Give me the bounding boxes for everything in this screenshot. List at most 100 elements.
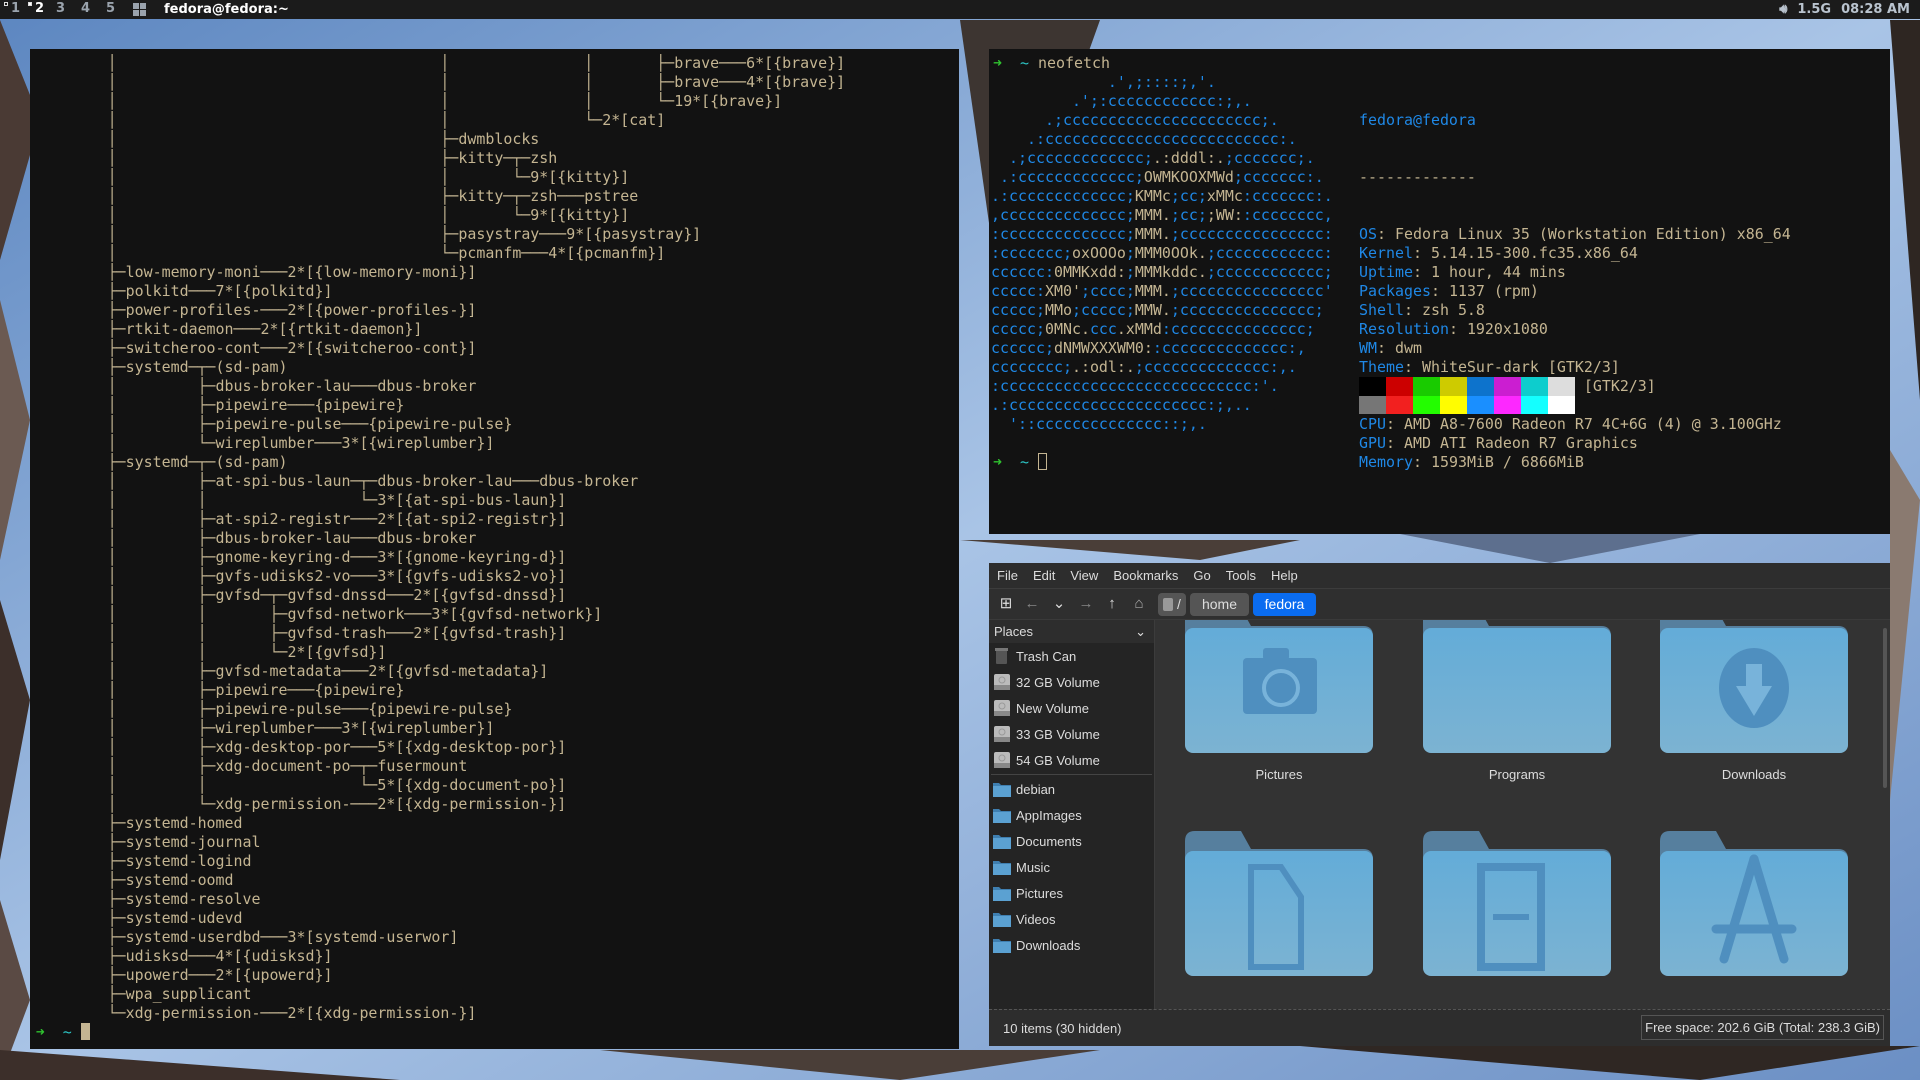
bookmark-item-pictures[interactable]: Pictures	[989, 880, 1154, 906]
pstree-line: ├─systemd-resolve	[35, 890, 261, 908]
bookmark-item-appimages[interactable]: AppImages	[989, 802, 1154, 828]
place-item-32-gb-volume[interactable]: 32 GB Volume	[989, 669, 1154, 695]
places-dropdown[interactable]: Places ⌄	[989, 620, 1154, 643]
drive-icon	[992, 725, 1012, 743]
bookmark-item-documents[interactable]: Documents	[989, 828, 1154, 854]
menu-tools[interactable]: Tools	[1226, 568, 1256, 583]
workspace-4[interactable]: 4	[81, 1, 90, 16]
speaker-icon[interactable]: 🔊︎	[1779, 2, 1787, 17]
logo-segment: :ccccccc;	[991, 244, 1072, 262]
folder-item-pictures[interactable]: Pictures	[1185, 620, 1373, 782]
logo-line: ccccc:XM0';cccc;MMM.;cccccccccccccccc'	[991, 282, 1333, 301]
forward-icon[interactable]: →	[1076, 594, 1096, 614]
pstree-line: │ └─pcmanfm───4*[{pcmanfm}]	[35, 244, 666, 262]
menu-file[interactable]: File	[997, 568, 1018, 583]
path-fedora-button[interactable]: fedora	[1253, 593, 1316, 616]
workspace-2[interactable]: 2	[28, 1, 44, 16]
bookmark-item-music[interactable]: Music	[989, 854, 1154, 880]
logo-segment: MMo	[1044, 301, 1072, 319]
folder-item-unnamed[interactable]	[1660, 829, 1848, 976]
history-dropdown-icon[interactable]: ⌄	[1049, 594, 1069, 614]
folder-item-unnamed[interactable]	[1185, 829, 1373, 976]
back-icon[interactable]: ←	[1022, 594, 1042, 614]
info-row: Packages: 1137 (rpm)	[1359, 282, 1791, 301]
new-tab-icon[interactable]: ⊞	[996, 594, 1016, 614]
text-cursor	[80, 1023, 90, 1040]
logo-segment: ;	[1125, 244, 1135, 262]
folder-item-unnamed[interactable]	[1423, 829, 1611, 976]
shell-prompt[interactable]: ➜ ~	[993, 453, 1047, 472]
place-item-33-gb-volume[interactable]: 33 GB Volume	[989, 721, 1154, 747]
logo-line: .:cccccccccccccccccccccccccc:.	[991, 130, 1333, 149]
logo-segment: :ccccccc:.	[1242, 187, 1333, 205]
pstree-line: ├─low-memory-moni───2*[{low-memory-moni}…	[35, 263, 477, 281]
workspace-1[interactable]: 1	[4, 1, 20, 16]
logo-line: ccccc;MMo;ccccc;MMW.;ccccccccccccccc;	[991, 301, 1333, 320]
place-item-trash-can[interactable]: Trash Can	[989, 643, 1154, 669]
color-swatch	[1494, 377, 1521, 396]
pstree-line: │ ├─pipewire-pulse───{pipewire-pulse}	[35, 415, 513, 433]
logo-line: :cccccccccccccc;MMM.;cccccccccccccccc:	[991, 225, 1333, 244]
scrollbar[interactable]	[1883, 628, 1887, 788]
item-label: Documents	[1016, 833, 1082, 849]
item-count: 10 items (30 hidden)	[1003, 1021, 1122, 1036]
film-folder-icon	[1423, 829, 1611, 976]
pstree-line: │ ├─gvfsd-metadata───2*[{gvfsd-metadata}…	[35, 662, 549, 680]
path-root-button[interactable]: /	[1158, 593, 1186, 616]
bookmark-item-videos[interactable]: Videos	[989, 906, 1154, 932]
workspace-5[interactable]: 5	[106, 1, 115, 16]
bookmark-item-debian[interactable]: debian	[989, 776, 1154, 802]
shell-prompt[interactable]: ➜ ~	[36, 1023, 90, 1042]
color-swatch	[1548, 395, 1575, 414]
fedora-ascii-logo: .',;::::;,'. .';:cccccccccccc:;,. .;cccc…	[991, 73, 1333, 434]
path-home-button[interactable]: home	[1190, 593, 1249, 616]
home-icon[interactable]: ⌂	[1129, 594, 1149, 614]
logo-segment: .xMMd	[1116, 320, 1162, 338]
menu-bookmarks[interactable]: Bookmarks	[1113, 568, 1178, 583]
item-label: AppImages	[1016, 807, 1082, 823]
pstree-line: ├─systemd-oomd	[35, 871, 234, 889]
menu-help[interactable]: Help	[1271, 568, 1298, 583]
pstree-line: │ └─wireplumber───3*[{wireplumber}]	[35, 434, 495, 452]
folder-item-programs[interactable]: Programs	[1423, 620, 1611, 782]
tile-layout-icon[interactable]	[133, 3, 146, 16]
color-swatch	[1467, 395, 1494, 414]
place-item-new-volume[interactable]: New Volume	[989, 695, 1154, 721]
info-row: OS: Fedora Linux 35 (Workstation Edition…	[1359, 225, 1791, 244]
info-value: zsh 5.8	[1421, 301, 1485, 319]
up-icon[interactable]: ↑	[1102, 594, 1122, 614]
pstree-line: ├─polkitd───7*[{polkitd}]	[35, 282, 333, 300]
logo-line: .:ccccccccccccc;OWMKOOXMWd;ccccccc:.	[991, 168, 1333, 187]
logo-segment: .',;::::;,'.	[991, 73, 1216, 91]
workspace-3[interactable]: 3	[56, 1, 65, 16]
drive-icon	[992, 699, 1012, 717]
pstree-line: │ │ │ ├─brave───6*[{brave}]	[35, 54, 846, 72]
place-item-54-gb-volume[interactable]: 54 GB Volume	[989, 747, 1154, 773]
sidebar: Places ⌄ Trash Can 32 GB Volume New Volume 3…	[989, 620, 1155, 1009]
logo-segment: ccccc;	[991, 301, 1045, 319]
prompt-dir: ~	[62, 1023, 72, 1041]
logo-segment: MMM.	[1134, 282, 1171, 300]
folder-item-downloads[interactable]: Downloads	[1660, 620, 1848, 782]
folder-icon	[992, 806, 1012, 824]
terminal-pstree[interactable]: │ │ │ ├─brave───6*[{brave}] │ │ │ ├─brav…	[30, 49, 959, 1049]
pstree-line: ├─systemd─┬─(sd-pam)	[35, 453, 288, 471]
appstore-folder-icon	[1660, 829, 1848, 976]
info-colon: :	[1385, 415, 1404, 433]
menu-go[interactable]: Go	[1193, 568, 1210, 583]
color-swatch	[1521, 377, 1548, 396]
color-swatch	[1359, 377, 1386, 396]
divider	[991, 774, 1152, 775]
bookmark-item-downloads[interactable]: Downloads	[989, 932, 1154, 958]
info-colon: :	[1448, 320, 1467, 338]
workspace-label: 5	[106, 1, 116, 16]
menu-view[interactable]: View	[1070, 568, 1098, 583]
terminal-neofetch[interactable]: ➜ ~ neofetch .',;::::;,'. .';:cccccccccc…	[989, 49, 1890, 534]
menu-edit[interactable]: Edit	[1033, 568, 1055, 583]
item-label: 32 GB Volume	[1016, 674, 1100, 690]
logo-segment: :cccccccccccccc;	[991, 225, 1135, 243]
folder-label: Programs	[1488, 767, 1546, 782]
logo-segment: ;WW:	[1206, 206, 1243, 224]
logo-line: cccccc:0MMKxdd:;MMMkddc.;cccccccccccc;	[991, 263, 1333, 282]
pstree-line: │ │ └─9*[{kitty}]	[35, 168, 630, 186]
